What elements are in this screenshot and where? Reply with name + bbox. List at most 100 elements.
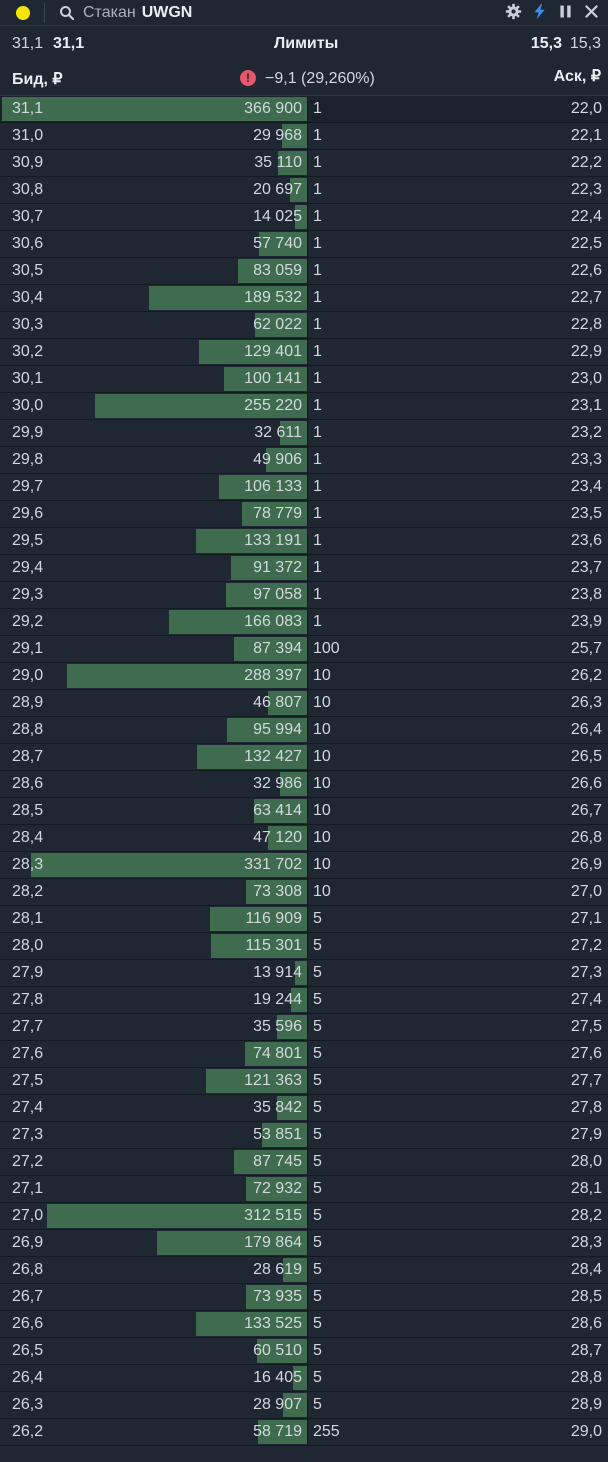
lot-count[interactable]: 1 [313,505,322,523]
lot-count[interactable]: 1 [313,208,322,226]
lot-count[interactable]: 10 [313,883,331,901]
ask-price[interactable]: 27,3 [571,964,602,982]
bid-price[interactable]: 29,9 [12,424,43,442]
lot-count[interactable]: 10 [313,694,331,712]
order-book-row[interactable]: 28,8 95 994 10 26,4 [0,717,608,744]
bid-price[interactable]: 26,6 [12,1315,43,1333]
bid-volume[interactable]: 46 807 [253,694,302,712]
bid-price[interactable]: 31,0 [12,127,43,145]
bid-price[interactable]: 26,3 [12,1396,43,1414]
order-book-row[interactable]: 27,9 13 914 5 27,3 [0,960,608,987]
ask-price[interactable]: 22,6 [571,262,602,280]
bid-volume[interactable]: 97 058 [253,586,302,604]
bid-price[interactable]: 28,7 [12,748,43,766]
bid-price[interactable]: 27,0 [12,1207,43,1225]
ask-price[interactable]: 23,3 [571,451,602,469]
ask-price[interactable]: 23,4 [571,478,602,496]
bid-volume[interactable]: 19 244 [253,991,302,1009]
lot-count[interactable]: 1 [313,100,322,118]
bid-volume[interactable]: 87 745 [253,1153,302,1171]
lot-count[interactable]: 255 [313,1423,340,1441]
bid-price[interactable]: 28,9 [12,694,43,712]
lot-count[interactable]: 5 [313,1045,322,1063]
ask-price[interactable]: 25,7 [571,640,602,658]
order-book-row[interactable]: 27,2 87 745 5 28,0 [0,1149,608,1176]
bid-price[interactable]: 26,8 [12,1261,43,1279]
order-book-row[interactable]: 28,3 331 702 10 26,9 [0,852,608,879]
bid-price[interactable]: 29,2 [12,613,43,631]
lot-count[interactable]: 10 [313,802,331,820]
bid-price[interactable]: 27,4 [12,1099,43,1117]
ticker-symbol[interactable]: UWGN [142,4,193,22]
bid-volume[interactable]: 73 935 [253,1288,302,1306]
lot-count[interactable]: 5 [313,1099,322,1117]
pause-icon[interactable] [557,3,574,20]
order-book-row[interactable]: 31,1 366 900 1 22,0 [0,96,608,123]
bid-price[interactable]: 28,1 [12,910,43,928]
bid-volume[interactable]: 20 697 [253,181,302,199]
bid-volume[interactable]: 53 851 [253,1126,302,1144]
bid-volume[interactable]: 129 401 [244,343,302,361]
ask-price[interactable]: 23,7 [571,559,602,577]
bid-volume[interactable]: 132 427 [244,748,302,766]
lot-count[interactable]: 1 [313,424,322,442]
bid-volume[interactable]: 179 864 [244,1234,302,1252]
bid-price[interactable]: 27,8 [12,991,43,1009]
order-book-row[interactable]: 27,4 35 842 5 27,8 [0,1095,608,1122]
ask-price[interactable]: 23,0 [571,370,602,388]
bid-price[interactable]: 29,7 [12,478,43,496]
bid-volume[interactable]: 78 779 [253,505,302,523]
ask-price[interactable]: 23,9 [571,613,602,631]
bid-price[interactable]: 30,8 [12,181,43,199]
lot-count[interactable]: 5 [313,910,322,928]
order-book-row[interactable]: 26,9 179 864 5 28,3 [0,1230,608,1257]
status-dot-icon[interactable] [16,5,30,20]
bid-volume[interactable]: 115 301 [245,937,302,955]
lot-count[interactable]: 5 [313,937,322,955]
bid-price[interactable]: 28,8 [12,721,43,739]
lot-count[interactable]: 1 [313,559,322,577]
bid-volume[interactable]: 133 191 [244,532,302,550]
bid-price[interactable]: 30,0 [12,397,43,415]
order-book-row[interactable]: 29,9 32 611 1 23,2 [0,420,608,447]
bid-volume[interactable]: 255 220 [244,397,302,415]
bid-volume[interactable]: 63 414 [253,802,302,820]
ask-price[interactable]: 23,8 [571,586,602,604]
bid-price[interactable]: 29,0 [12,667,43,685]
ask-price[interactable]: 22,7 [571,289,602,307]
lot-count[interactable]: 5 [313,1369,322,1387]
order-book-row[interactable]: 30,7 14 025 1 22,4 [0,204,608,231]
ask-price[interactable]: 22,2 [571,154,602,172]
lot-count[interactable]: 5 [313,1180,322,1198]
ask-price[interactable]: 28,5 [571,1288,602,1306]
order-book-row[interactable]: 28,6 32 986 10 26,6 [0,771,608,798]
lot-count[interactable]: 10 [313,721,331,739]
lot-count[interactable]: 5 [313,1261,322,1279]
bid-volume[interactable]: 58 719 [253,1423,302,1441]
order-book-row[interactable]: 29,6 78 779 1 23,5 [0,501,608,528]
ask-price[interactable]: 28,1 [571,1180,602,1198]
ask-price[interactable]: 22,5 [571,235,602,253]
order-book-row[interactable]: 29,7 106 133 1 23,4 [0,474,608,501]
order-book-row[interactable]: 27,0 312 515 5 28,2 [0,1203,608,1230]
lot-count[interactable]: 5 [313,991,322,1009]
lot-count[interactable]: 1 [313,451,322,469]
ask-price[interactable]: 26,4 [571,721,602,739]
ask-price[interactable]: 29,0 [571,1423,602,1441]
instrument-search[interactable]: Стакан UWGN [59,4,192,22]
order-book-row[interactable]: 27,6 74 801 5 27,6 [0,1041,608,1068]
bid-volume[interactable]: 366 900 [244,100,302,118]
lot-count[interactable]: 1 [313,181,322,199]
bid-volume[interactable]: 13 914 [253,964,302,982]
ask-price[interactable]: 27,0 [571,883,602,901]
lot-count[interactable]: 1 [313,532,322,550]
bid-price[interactable]: 26,9 [12,1234,43,1252]
lot-count[interactable]: 1 [313,343,322,361]
bid-price[interactable]: 29,5 [12,532,43,550]
lot-count[interactable]: 1 [313,478,322,496]
order-book-row[interactable]: 30,9 35 110 1 22,2 [0,150,608,177]
ask-price[interactable]: 28,0 [571,1153,602,1171]
order-book-row[interactable]: 29,1 87 394 100 25,7 [0,636,608,663]
lot-count[interactable]: 1 [313,316,322,334]
lot-count[interactable]: 1 [313,586,322,604]
